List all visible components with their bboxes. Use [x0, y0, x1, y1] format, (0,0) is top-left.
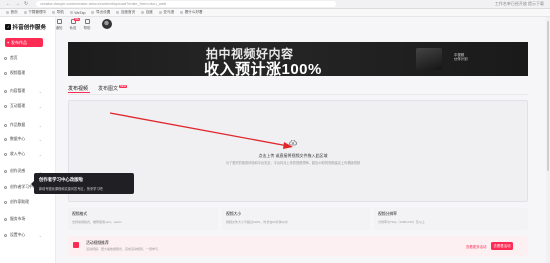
arrow-line [109, 112, 289, 147]
page-scrollbar[interactable] [546, 17, 550, 263]
more-activities-link[interactable]: 查看更多活动 [466, 244, 486, 249]
tooltip-arrow [31, 181, 34, 187]
card-title: 视频大小 [226, 212, 242, 216]
card-desc: 支持常用格式，推荐使用mp4、webm [72, 220, 122, 224]
card-desc: 分辨率为720p（1280x720）及以上 [378, 220, 425, 224]
join-activity-button[interactable]: 去看看活动 [491, 242, 513, 250]
learning-center-tooltip[interactable]: 创作者学习中心改版啦 新增专题化课程和实操问答专区，快来学习吧 [31, 173, 134, 194]
tooltip-desc: 新增专题化课程和实操问答专区，快来学习吧 [39, 186, 103, 191]
scrollbar-thumb[interactable] [546, 21, 550, 171]
tooltip-title: 创作者学习中心改版啦 [39, 177, 83, 182]
resolution-card: 视频分辨率 分辨率为720p（1280x720）及以上 [374, 208, 528, 230]
activity-notice: 活动视频推荐 活动视频，更大播放量曝光，完成活动规则，一键参与 查看更多活动 去… [68, 236, 528, 256]
arrow-head [283, 142, 293, 149]
activity-icon [73, 242, 79, 248]
card-title: 视频分辨率 [378, 212, 397, 216]
card-title: 视频格式 [72, 212, 88, 216]
card-desc: 视频文件大小不超过128G，时长在60分钟以内 [226, 220, 288, 224]
size-card: 视频大小 视频文件大小不超过128G，时长在60分钟以内 [222, 208, 370, 230]
notice-title: 活动视频推荐 [86, 241, 109, 245]
format-card: 视频格式 支持常用格式，推荐使用mp4、webm [68, 208, 218, 230]
notice-desc: 活动视频，更大播放量曝光，完成活动规则，一键参与 [86, 247, 159, 251]
